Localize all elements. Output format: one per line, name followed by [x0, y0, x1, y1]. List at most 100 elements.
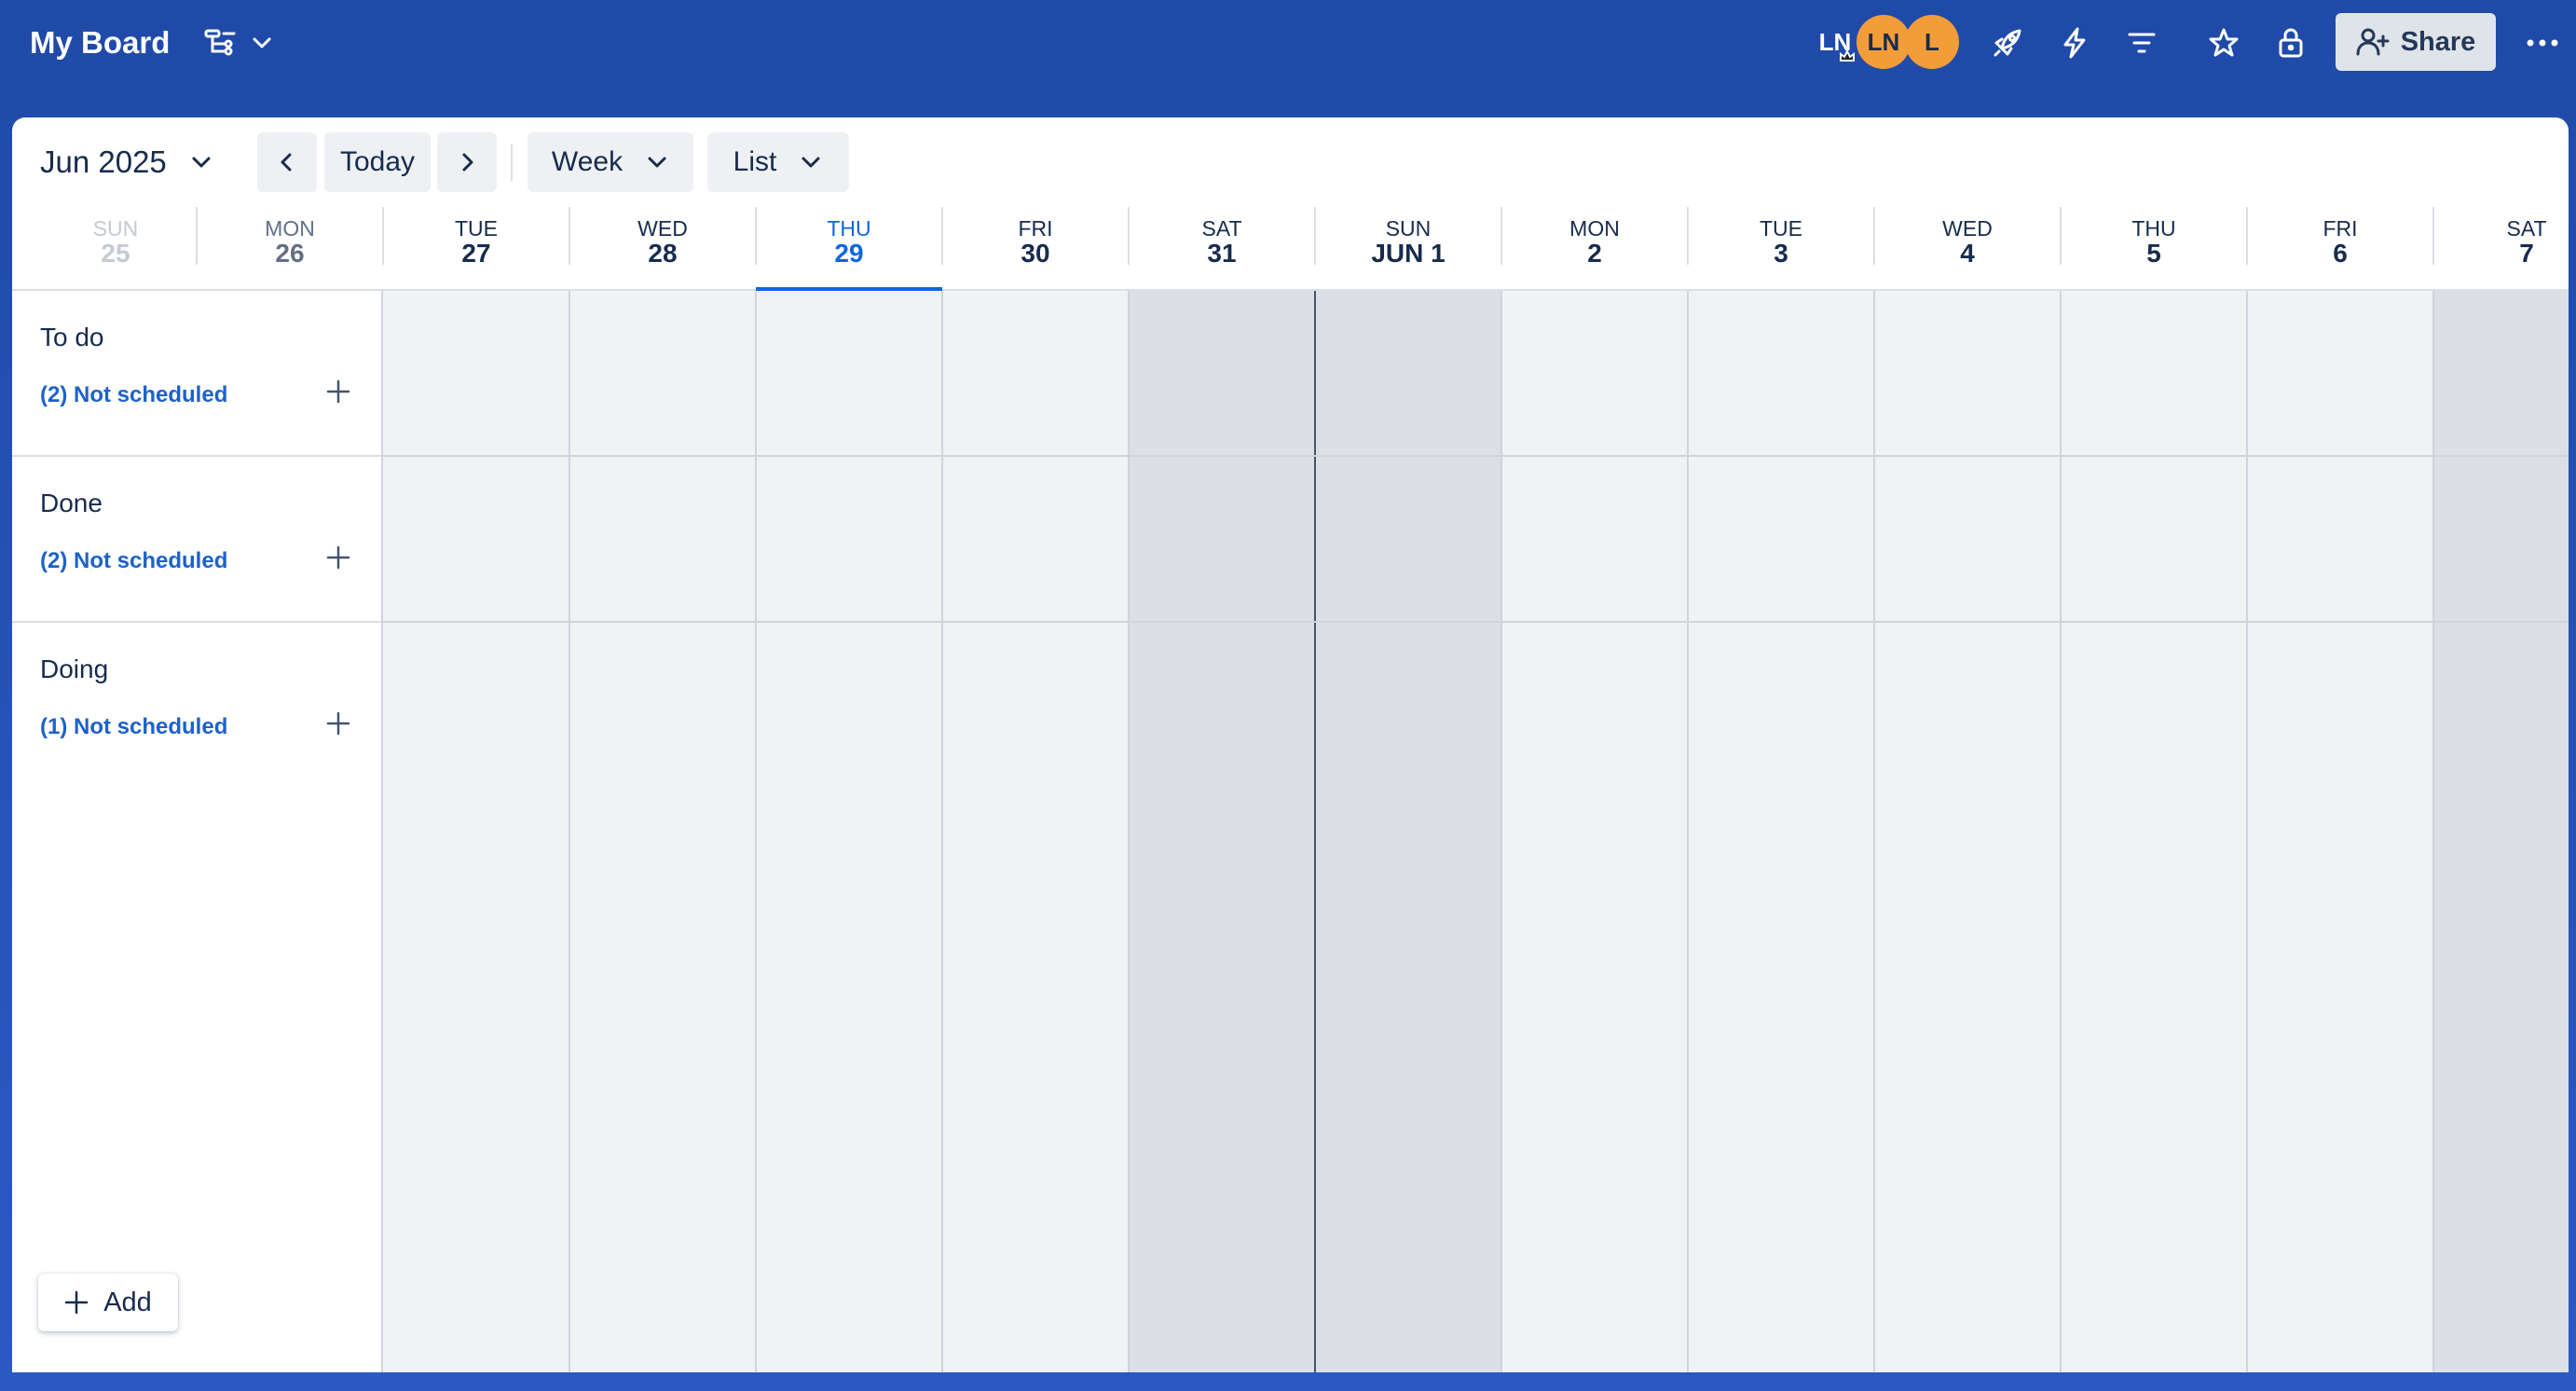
day-number: 26	[275, 239, 305, 268]
day-name: THU	[2131, 216, 2176, 241]
star-button[interactable]	[2196, 15, 2252, 71]
day-number: 29	[834, 239, 864, 268]
today-button[interactable]: Today	[324, 132, 431, 192]
calendar-toolbar: Jun 2025 Today Week List	[12, 117, 2569, 207]
day-number: 3	[1774, 239, 1788, 268]
day-header-today[interactable]: THU 29	[756, 207, 942, 291]
day-name: MON	[265, 216, 315, 241]
list-row-done: Done (2) Not scheduled	[12, 457, 381, 623]
list-sidebar: To do (2) Not scheduled Done (2) Not sch…	[12, 291, 383, 1372]
automation-button[interactable]	[2047, 15, 2103, 71]
not-scheduled-link[interactable]: (2) Not scheduled	[40, 382, 227, 408]
range-select[interactable]: Week	[528, 132, 693, 192]
board-title[interactable]: My Board	[30, 22, 170, 63]
day-header[interactable]: WED 4	[1874, 207, 2061, 289]
rocket-icon	[1991, 26, 2024, 60]
day-number: 6	[2333, 239, 2348, 268]
share-button[interactable]: Share	[2336, 13, 2496, 71]
day-header[interactable]: TUE 3	[1688, 207, 1874, 289]
lock-icon	[2277, 27, 2305, 59]
day-name: FRI	[2323, 216, 2358, 241]
next-week-button[interactable]	[437, 132, 497, 192]
add-label: Add	[103, 1287, 152, 1317]
day-name: SUN	[1385, 216, 1432, 241]
member-avatar[interactable]: LN	[1808, 15, 1862, 69]
visibility-button[interactable]	[2263, 15, 2319, 71]
day-number: 28	[648, 239, 678, 268]
day-number: 5	[2146, 239, 2161, 268]
week-boundary-line	[1314, 291, 1316, 1372]
day-number: 31	[1207, 239, 1237, 268]
chevron-down-icon	[645, 150, 669, 174]
not-scheduled-link[interactable]: (2) Not scheduled	[40, 548, 227, 574]
avatar-initials: LN	[1867, 27, 1900, 56]
power-ups-button[interactable]	[1980, 15, 2035, 71]
day-number: 30	[1021, 239, 1050, 268]
chevron-left-icon	[275, 150, 299, 174]
plus-icon	[64, 1290, 89, 1315]
share-label: Share	[2400, 26, 2476, 57]
plus-icon	[326, 711, 350, 736]
add-card-button[interactable]	[316, 701, 361, 746]
grid-column-line	[755, 291, 757, 1372]
range-label: Week	[551, 146, 623, 177]
list-row-doing: Doing (1) Not scheduled	[12, 623, 381, 791]
grid-column-line	[1687, 291, 1689, 1372]
chevron-down-icon	[189, 150, 213, 174]
star-icon	[2208, 27, 2240, 59]
day-header-row: SUN 25 MON 26 TUE 27 WED 28 THU 29 FRI 3…	[12, 207, 2569, 291]
day-header[interactable]: MON 26	[197, 207, 383, 289]
day-number: 27	[461, 239, 491, 268]
grid-column-line	[2432, 291, 2434, 1372]
month-picker[interactable]: Jun 2025	[40, 138, 213, 186]
add-list-button[interactable]: Add	[38, 1274, 178, 1331]
grid-column-line	[2060, 291, 2062, 1372]
day-name: WED	[637, 216, 688, 241]
day-name: TUE	[1760, 216, 1802, 241]
list-name: To do	[40, 323, 104, 351]
add-card-button[interactable]	[316, 369, 361, 414]
member-avatar[interactable]: L	[1905, 15, 1959, 69]
day-name: SAT	[1201, 216, 1242, 241]
view-select[interactable]: List	[707, 132, 849, 192]
admin-badge-icon	[1838, 47, 1857, 63]
day-name: WED	[1942, 216, 1993, 241]
day-name: FRI	[1018, 216, 1053, 241]
plus-icon	[326, 545, 350, 570]
grid-column-line	[1873, 291, 1875, 1372]
day-number: 7	[2519, 239, 2534, 268]
filter-icon	[2127, 30, 2157, 56]
day-header[interactable]: MON 2	[1501, 207, 1688, 289]
calendar-grid[interactable]	[383, 291, 2569, 1372]
grid-column-line	[1128, 291, 1130, 1372]
weekend-shade	[2433, 291, 2569, 1372]
plus-icon	[326, 379, 350, 404]
member-avatar[interactable]: LN	[1857, 15, 1911, 69]
day-header[interactable]: SAT 31	[1129, 207, 1315, 289]
day-header[interactable]: TUE 27	[383, 207, 569, 289]
day-header[interactable]: FRI 30	[942, 207, 1129, 289]
not-scheduled-link[interactable]: (1) Not scheduled	[40, 714, 227, 740]
day-number: JUN 1	[1371, 239, 1446, 268]
day-header[interactable]: SAT 7	[2433, 207, 2569, 289]
day-header[interactable]: WED 28	[569, 207, 756, 289]
month-label: Jun 2025	[40, 145, 167, 179]
day-header[interactable]: FRI 6	[2247, 207, 2433, 289]
more-menu-button[interactable]	[2514, 15, 2570, 71]
add-card-button[interactable]	[316, 535, 361, 580]
previous-week-button[interactable]	[257, 132, 317, 192]
view-switch-icon	[203, 27, 237, 59]
grid-column-line	[2246, 291, 2248, 1372]
day-header[interactable]: SUN 25	[22, 207, 209, 289]
day-number: 4	[1960, 239, 1975, 268]
grid-column-line	[1500, 291, 1502, 1372]
day-header[interactable]: THU 5	[2061, 207, 2247, 289]
chevron-down-icon	[250, 31, 274, 55]
day-name: MON	[1569, 216, 1620, 241]
day-name: THU	[827, 216, 871, 241]
day-header[interactable]: SUN JUN 1	[1315, 207, 1501, 289]
list-name: Done	[40, 489, 103, 517]
view-label: List	[733, 146, 777, 177]
filter-button[interactable]	[2114, 15, 2170, 71]
view-switcher[interactable]	[203, 22, 283, 63]
